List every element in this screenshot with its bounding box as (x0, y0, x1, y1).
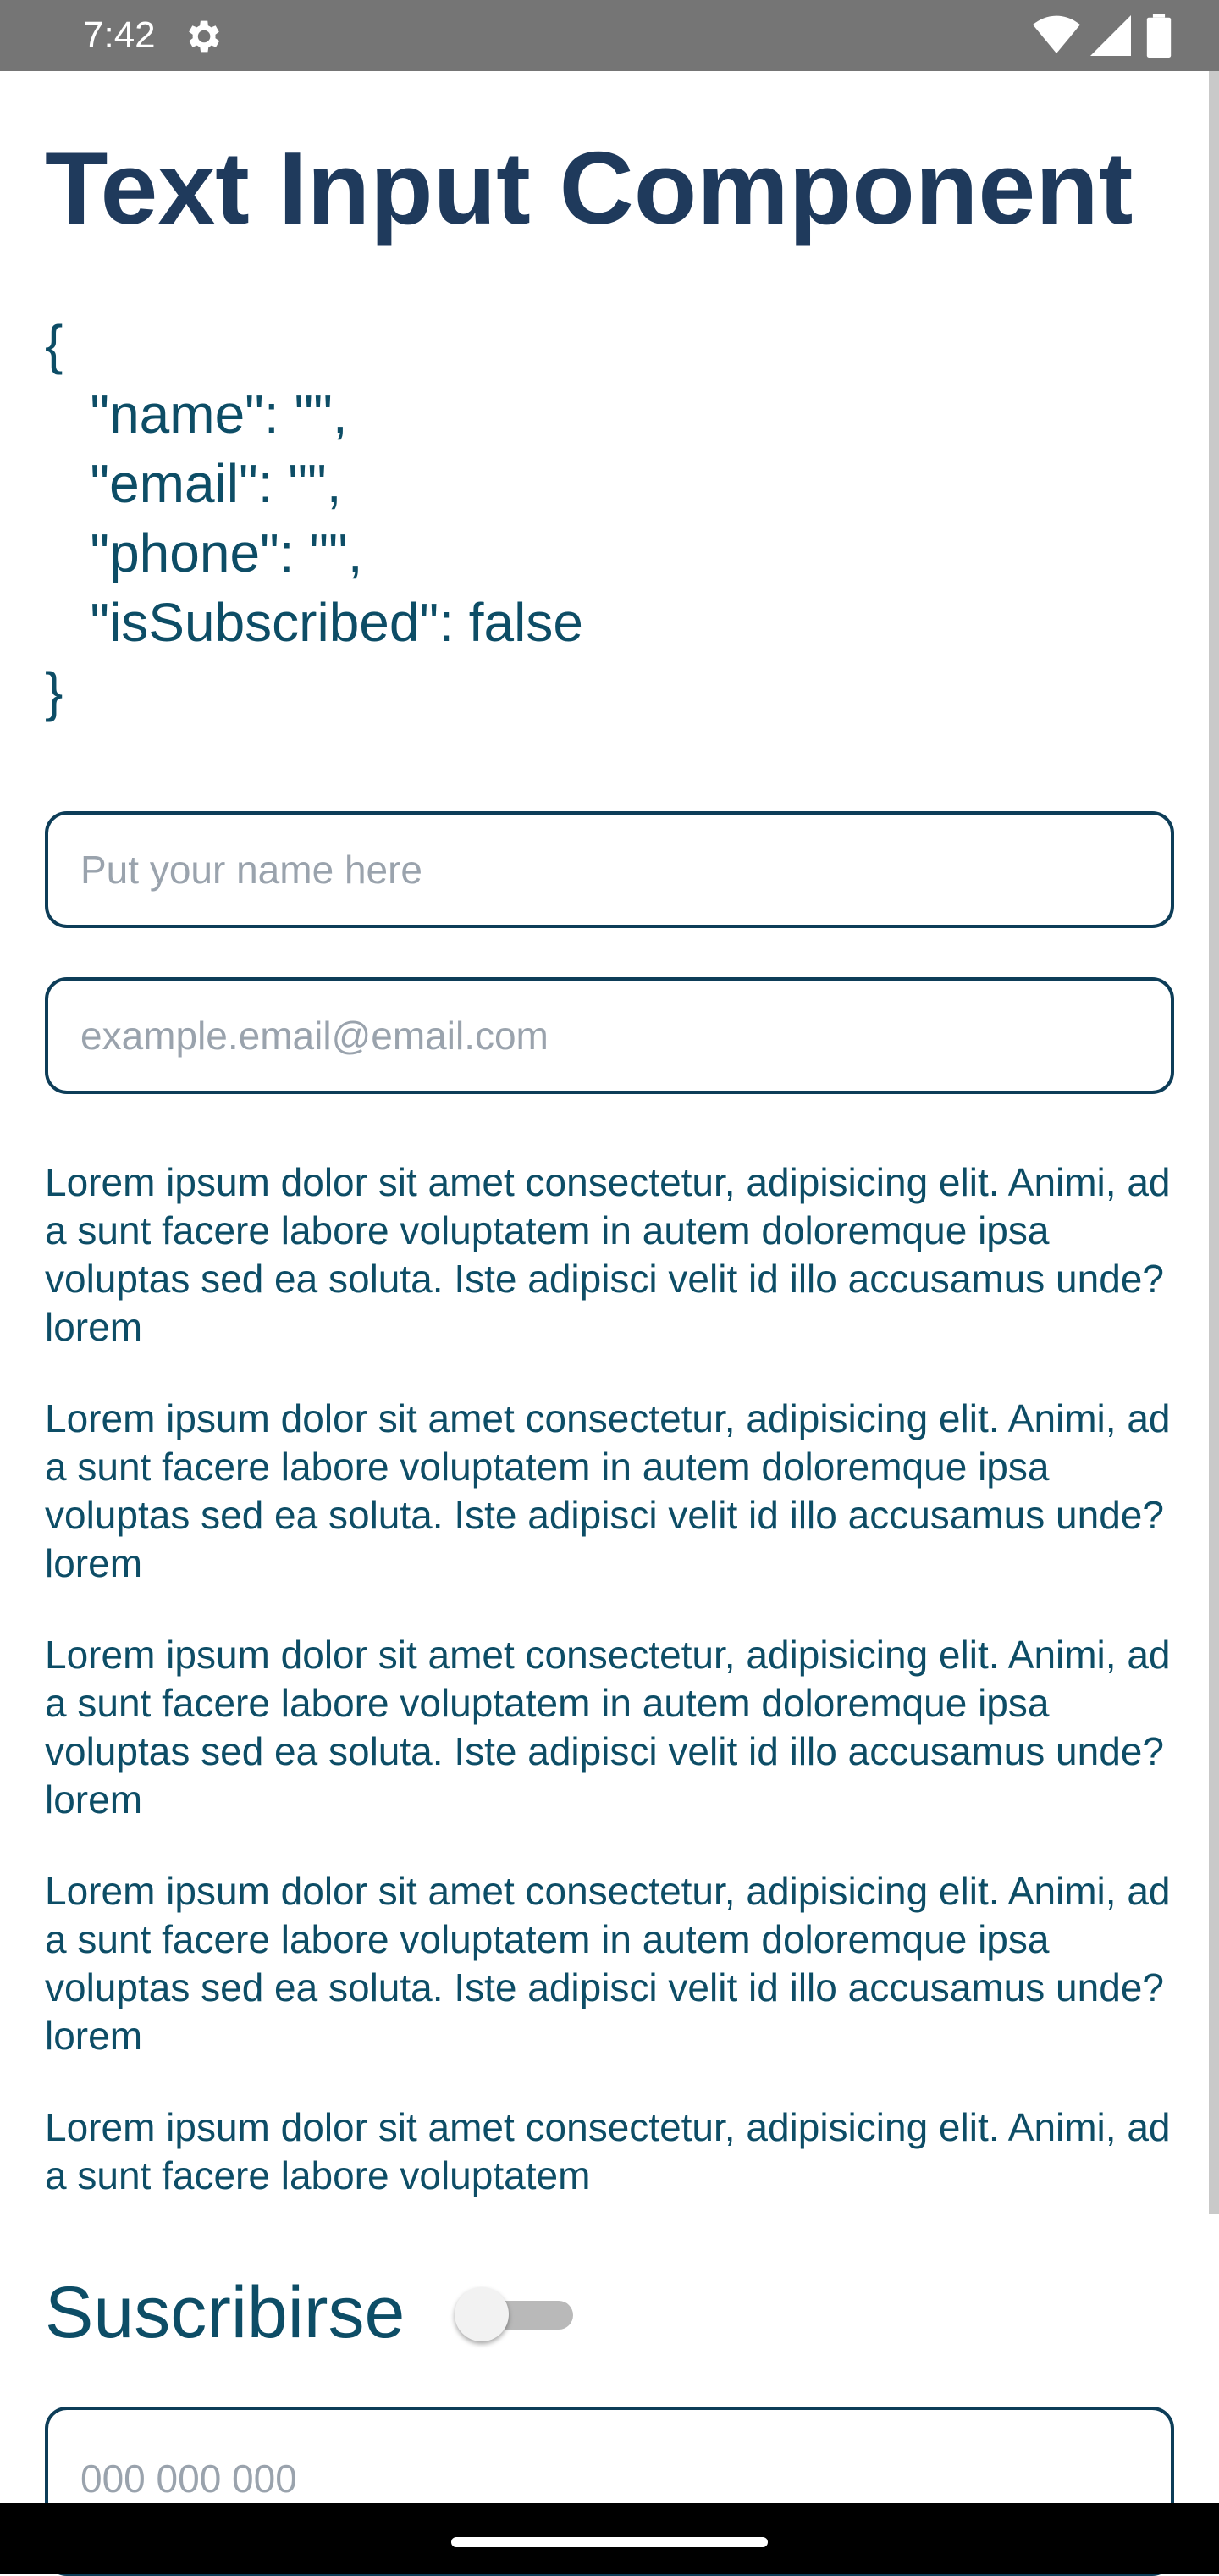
page-title: Text Input Component (45, 130, 1134, 246)
toggle-thumb (455, 2287, 509, 2341)
lorem-paragraph-4: Lorem ipsum dolor sit amet consectetur, … (45, 1869, 1171, 2058)
cellular-signal-icon (1090, 15, 1131, 56)
email-field[interactable] (45, 977, 1174, 1094)
lorem-paragraph-5: Lorem ipsum dolor sit amet consectetur, … (45, 2105, 1171, 2197)
navigation-bar (0, 2503, 1219, 2574)
json-state-display: { "name": "", "email": "", "phone": "", … (45, 314, 583, 722)
scroll-indicator (1209, 71, 1219, 2214)
status-bar: 7:42 (0, 0, 1219, 71)
status-icons (1033, 14, 1185, 58)
home-gesture-handle[interactable] (451, 2537, 768, 2547)
status-time: 7:42 (83, 14, 156, 56)
lorem-paragraph-3: Lorem ipsum dolor sit amet consectetur, … (45, 1633, 1171, 1821)
settings-gear-icon (189, 20, 220, 53)
wifi-icon (1033, 15, 1080, 54)
battery-icon (1146, 14, 1172, 58)
email-input[interactable] (80, 981, 1139, 1091)
lorem-paragraph-1: Lorem ipsum dolor sit amet consectetur, … (45, 1160, 1171, 1349)
subscribe-label: Suscribirse (45, 2272, 405, 2353)
subscribe-toggle[interactable] (451, 2284, 587, 2343)
name-input[interactable] (80, 815, 1139, 925)
name-field[interactable] (45, 811, 1174, 928)
lorem-paragraph-2: Lorem ipsum dolor sit amet consectetur, … (45, 1396, 1171, 1585)
